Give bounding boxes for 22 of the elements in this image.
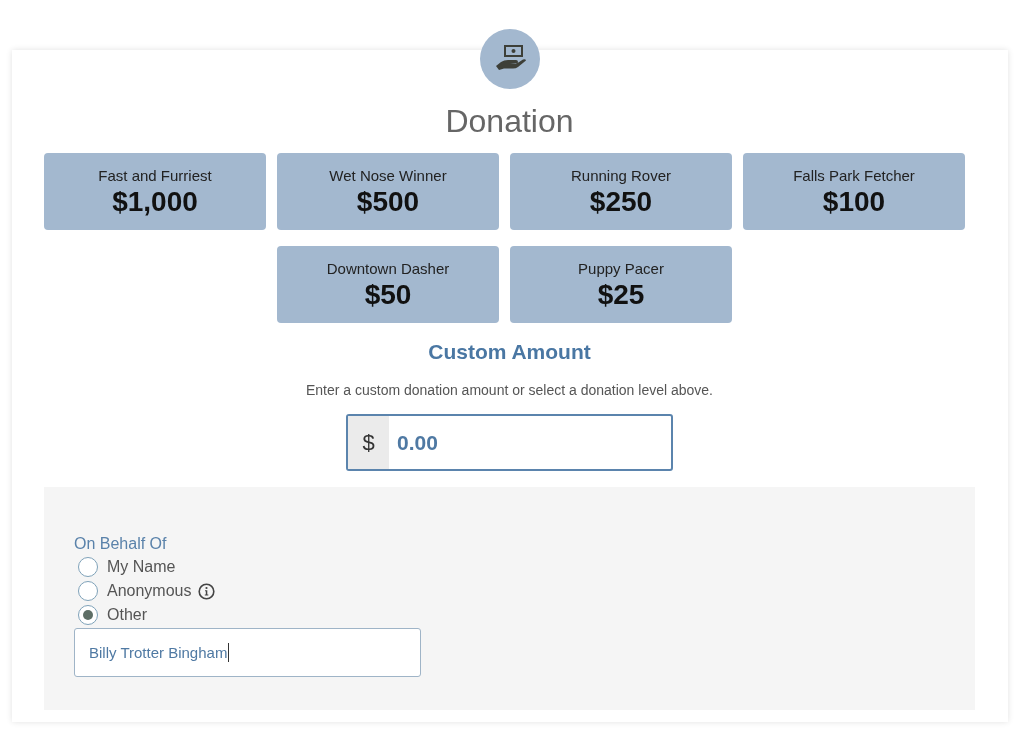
amount-field[interactable]: $ 0.00 <box>346 414 673 471</box>
donation-level-button[interactable]: Wet Nose Winner $500 <box>277 153 499 230</box>
radio-button[interactable] <box>78 581 98 601</box>
option-label[interactable]: Other <box>107 604 147 626</box>
option-label[interactable]: Anonymous <box>107 580 192 602</box>
donation-level-button[interactable]: Puppy Pacer $25 <box>510 246 732 323</box>
donation-level-button[interactable]: Downtown Dasher $50 <box>277 246 499 323</box>
on-behalf-label: On Behalf Of <box>74 534 167 554</box>
donation-level-button[interactable]: Running Rover $250 <box>510 153 732 230</box>
hand-holding-money-icon <box>479 29 540 89</box>
name-field[interactable]: Billy Trotter Bingham <box>74 628 421 677</box>
custom-amount-hint: Enter a custom donation amount or select a donation level above. <box>305 381 713 400</box>
option-label[interactable]: My Name <box>107 556 176 578</box>
donation-level-button[interactable]: Fast and Furriest $1,000 <box>44 153 266 230</box>
donation-level-button[interactable]: Falls Park Fetcher $100 <box>743 153 965 230</box>
custom-amount-heading: Custom Amount <box>428 339 591 365</box>
radio-button[interactable] <box>78 605 98 625</box>
donation-title: Donation <box>445 102 574 141</box>
info-icon[interactable] <box>197 582 215 600</box>
currency-prefix: $ <box>348 416 389 469</box>
radio-button[interactable] <box>78 557 98 577</box>
text-cursor-icon <box>228 643 230 662</box>
